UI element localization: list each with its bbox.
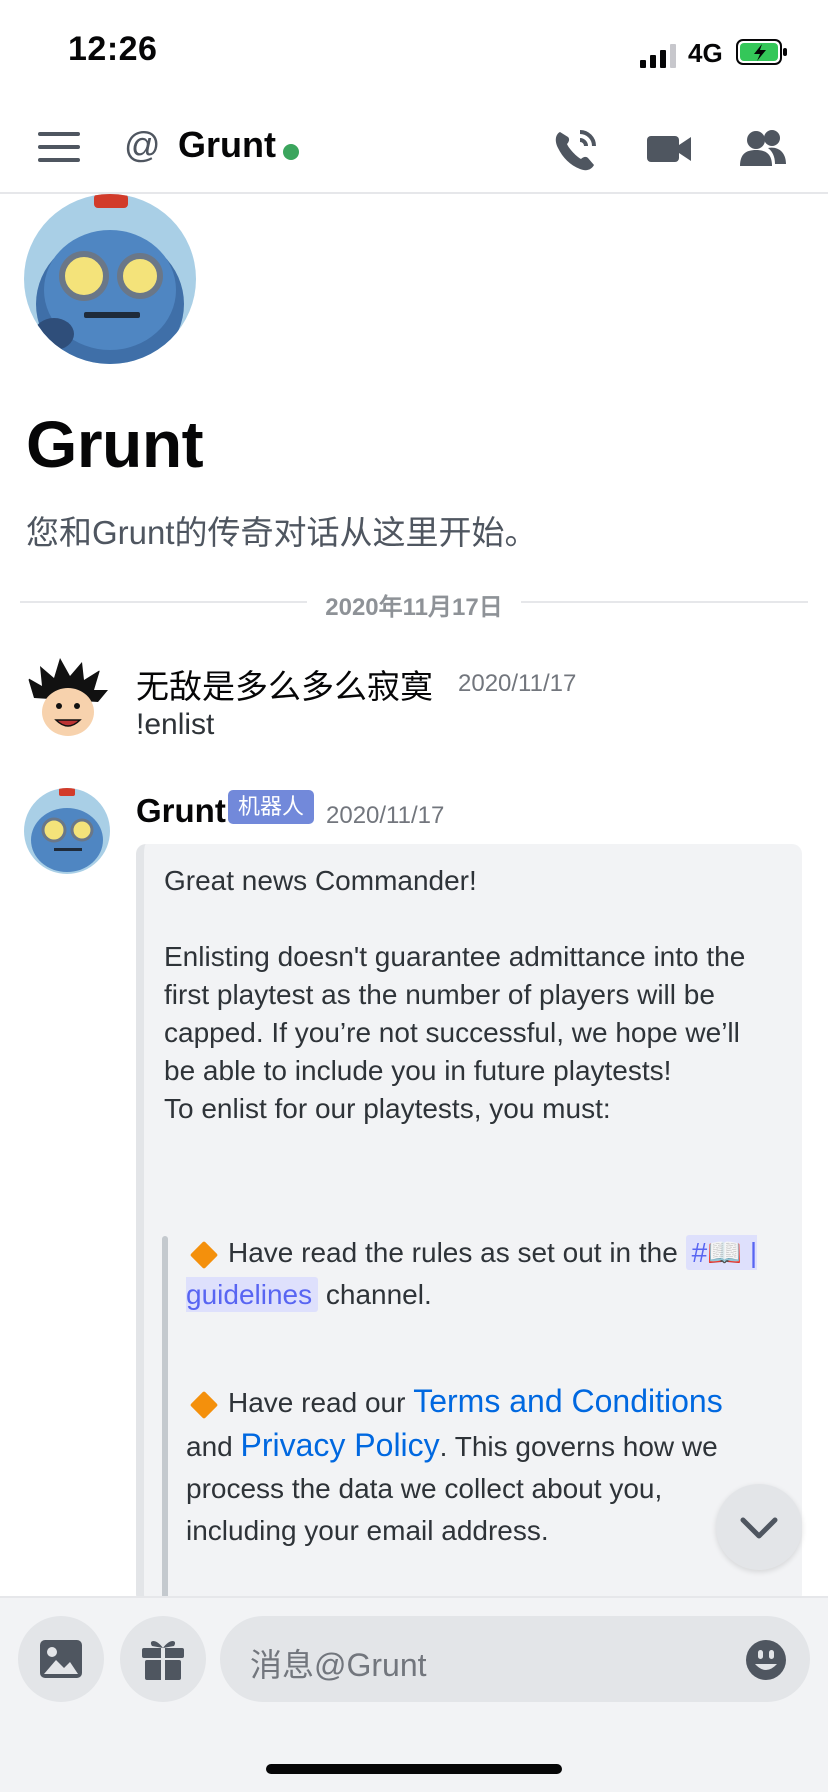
dm-title[interactable]: Grunt: [178, 124, 276, 166]
divider-date: 2020年11月17日: [307, 594, 521, 621]
video-call-icon[interactable]: [644, 126, 694, 172]
message-text: !enlist: [136, 708, 215, 741]
orange-diamond-icon: [189, 1390, 219, 1419]
home-indicator[interactable]: [266, 1764, 562, 1774]
profile-name: Grunt: [26, 407, 204, 481]
voice-call-icon[interactable]: [552, 126, 602, 172]
image-icon: [40, 1640, 82, 1678]
gift-icon: [142, 1641, 184, 1680]
gift-button[interactable]: [120, 1616, 206, 1702]
status-time: 12:26: [68, 30, 158, 68]
emoji-icon[interactable]: [744, 1638, 788, 1682]
blockquote-bar: [162, 1236, 168, 1604]
online-status-icon: [283, 144, 299, 160]
status-bar: 12:26 4G: [0, 0, 828, 104]
chevron-down-icon: [740, 1517, 778, 1539]
battery-icon: [736, 39, 787, 65]
profile-avatar: [24, 194, 196, 364]
message-embed: Great news Commander! Enlisting doesn't …: [136, 844, 802, 1604]
message-timestamp: 2020/11/17: [458, 670, 577, 697]
user-avatar[interactable]: [24, 656, 110, 742]
date-divider: 2020年11月17日: [20, 585, 808, 621]
privacy-link[interactable]: Privacy Policy: [241, 1427, 440, 1463]
bot-badge: 机器人: [228, 790, 315, 824]
message-composer: 消息@Grunt: [0, 1596, 828, 1792]
embed-paragraph: Enlisting doesn't guarantee admittance i…: [164, 941, 746, 1086]
requirement-item: Have read the rules as set out in the #📖…: [186, 1235, 758, 1312]
attach-image-button[interactable]: [18, 1616, 104, 1702]
menu-icon[interactable]: [38, 132, 80, 166]
message-input-placeholder: 消息@Grunt: [250, 1647, 427, 1683]
bot-avatar[interactable]: [24, 788, 110, 874]
network-label: 4G: [688, 38, 723, 68]
embed-paragraph: To enlist for our playtests, you must:: [164, 1093, 611, 1124]
orange-diamond-icon: [189, 1240, 219, 1269]
channel-header: @ Grunt: [0, 104, 828, 194]
requirement-item: Have read our Terms and Conditions and P…: [186, 1383, 723, 1546]
members-icon[interactable]: [738, 126, 788, 172]
terms-link[interactable]: Terms and Conditions: [413, 1383, 722, 1419]
message-timestamp: 2020/11/17: [326, 802, 445, 829]
conversation-intro: 您和Grunt的传奇对话从这里开始。: [26, 514, 538, 551]
jump-to-bottom-button[interactable]: [716, 1484, 802, 1570]
message-author[interactable]: 无敌是多么多么寂寞: [136, 660, 433, 708]
signal-icon: [640, 44, 676, 68]
message-input[interactable]: 消息@Grunt: [220, 1616, 810, 1702]
message-author[interactable]: Grunt: [136, 792, 226, 830]
at-icon: @: [124, 124, 161, 165]
embed-paragraph: Great news Commander!: [164, 865, 477, 896]
